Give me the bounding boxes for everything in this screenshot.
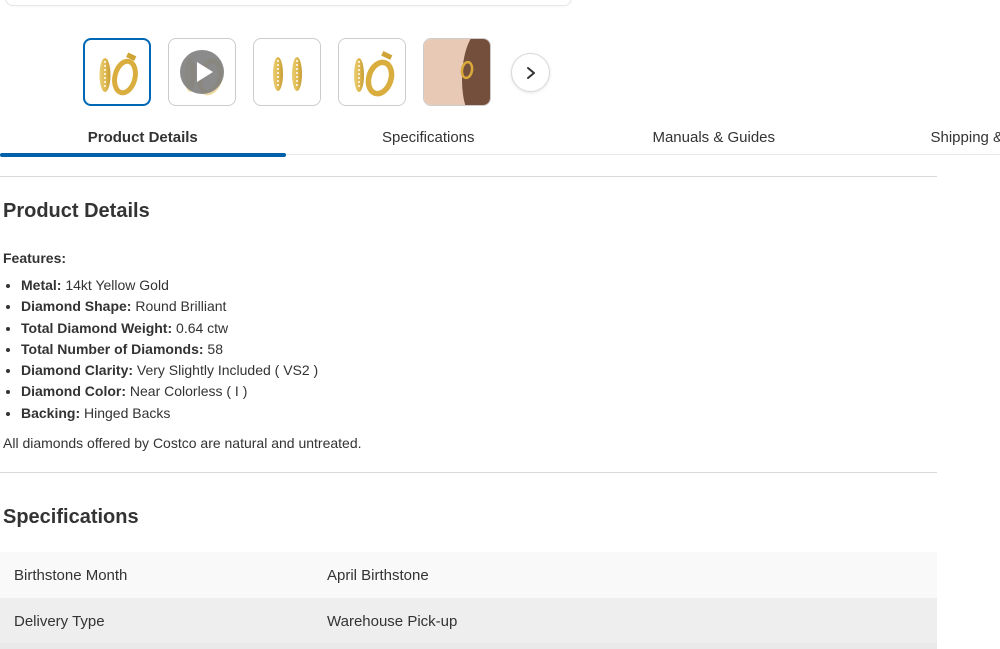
spec-value: April Birthstone — [327, 567, 429, 584]
thumbnail-3-earrings-pair[interactable] — [253, 38, 321, 106]
feature-label: Diamond Shape: — [21, 298, 131, 314]
gold-hoop-earrings-icon — [87, 42, 147, 102]
feature-value: Very Slightly Included ( VS2 ) — [137, 362, 318, 378]
feature-label: Total Diamond Weight: — [21, 320, 172, 336]
feature-item: Backing: Hinged Backs — [21, 403, 362, 424]
table-row-partial — [0, 643, 937, 649]
section-tab[interactable]: Product Details — [0, 121, 286, 154]
feature-label: Diamond Clarity: — [21, 362, 133, 378]
thumbnail-2-video[interactable] — [168, 38, 236, 106]
specifications-heading: Specifications — [3, 506, 139, 529]
thumbnail-1-earrings-front[interactable] — [83, 38, 151, 106]
feature-item: Metal: 14kt Yellow Gold — [21, 275, 362, 296]
feature-value: 0.64 ctw — [176, 320, 228, 336]
spec-value: Warehouse Pick-up — [327, 613, 457, 630]
thumbnail-4-earrings-angle[interactable] — [338, 38, 406, 106]
feature-label: Diamond Color: — [21, 383, 126, 399]
play-icon — [180, 50, 224, 94]
chevron-right-icon — [524, 66, 538, 80]
gold-earrings-pair-icon — [257, 42, 317, 102]
section-tab[interactable]: Shipping & — [857, 121, 1000, 154]
play-overlay — [169, 39, 235, 105]
specifications-table: Birthstone Month April Birthstone Delive… — [0, 552, 937, 644]
feature-value: Hinged Backs — [84, 405, 170, 421]
divider — [0, 176, 937, 177]
feature-item: Total Diamond Weight: 0.64 ctw — [21, 318, 362, 339]
thumbnail-5-model[interactable] — [423, 38, 491, 106]
product-details-heading: Product Details — [3, 200, 150, 223]
gold-hoop-earrings-icon — [342, 42, 402, 102]
table-row: Delivery Type Warehouse Pick-up — [0, 598, 937, 644]
feature-item: Total Number of Diamonds: 58 — [21, 339, 362, 360]
section-tab-bar: Product Details Specifications Manuals &… — [0, 121, 1000, 155]
feature-value: 14kt Yellow Gold — [65, 277, 169, 293]
tab-label: Shipping & — [931, 129, 1000, 146]
table-row: Birthstone Month April Birthstone — [0, 552, 937, 598]
features-list: Metal: 14kt Yellow Gold Diamond Shape: R… — [3, 275, 362, 424]
feature-value: Near Colorless ( I ) — [130, 383, 247, 399]
tab-label: Manuals & Guides — [652, 129, 775, 146]
section-tab[interactable]: Manuals & Guides — [571, 121, 857, 154]
feature-item: Diamond Clarity: Very Slightly Included … — [21, 360, 362, 381]
feature-label: Metal: — [21, 277, 61, 293]
features-label: Features: — [3, 248, 362, 269]
feature-value: 58 — [207, 341, 223, 357]
main-image-box-bottom-edge — [5, 0, 572, 6]
tab-label: Product Details — [88, 129, 198, 146]
tab-label: Specifications — [382, 129, 475, 146]
model-photo — [424, 39, 490, 105]
gallery-next-button[interactable] — [511, 53, 550, 92]
spec-name: Delivery Type — [0, 613, 327, 630]
gold-hoop-on-ear-icon — [458, 59, 476, 81]
diamond-note: All diamonds offered by Costco are natur… — [3, 433, 362, 454]
spec-name: Birthstone Month — [0, 567, 327, 584]
feature-value: Round Brilliant — [135, 298, 226, 314]
section-tab[interactable]: Specifications — [286, 121, 572, 154]
thumbnail-strip — [83, 38, 491, 106]
feature-label: Total Number of Diamonds: — [21, 341, 204, 357]
feature-item: Diamond Shape: Round Brilliant — [21, 296, 362, 317]
divider — [0, 472, 937, 473]
features-block: Features: Metal: 14kt Yellow Gold Diamon… — [3, 248, 362, 454]
feature-label: Backing: — [21, 405, 80, 421]
feature-item: Diamond Color: Near Colorless ( I ) — [21, 381, 362, 402]
